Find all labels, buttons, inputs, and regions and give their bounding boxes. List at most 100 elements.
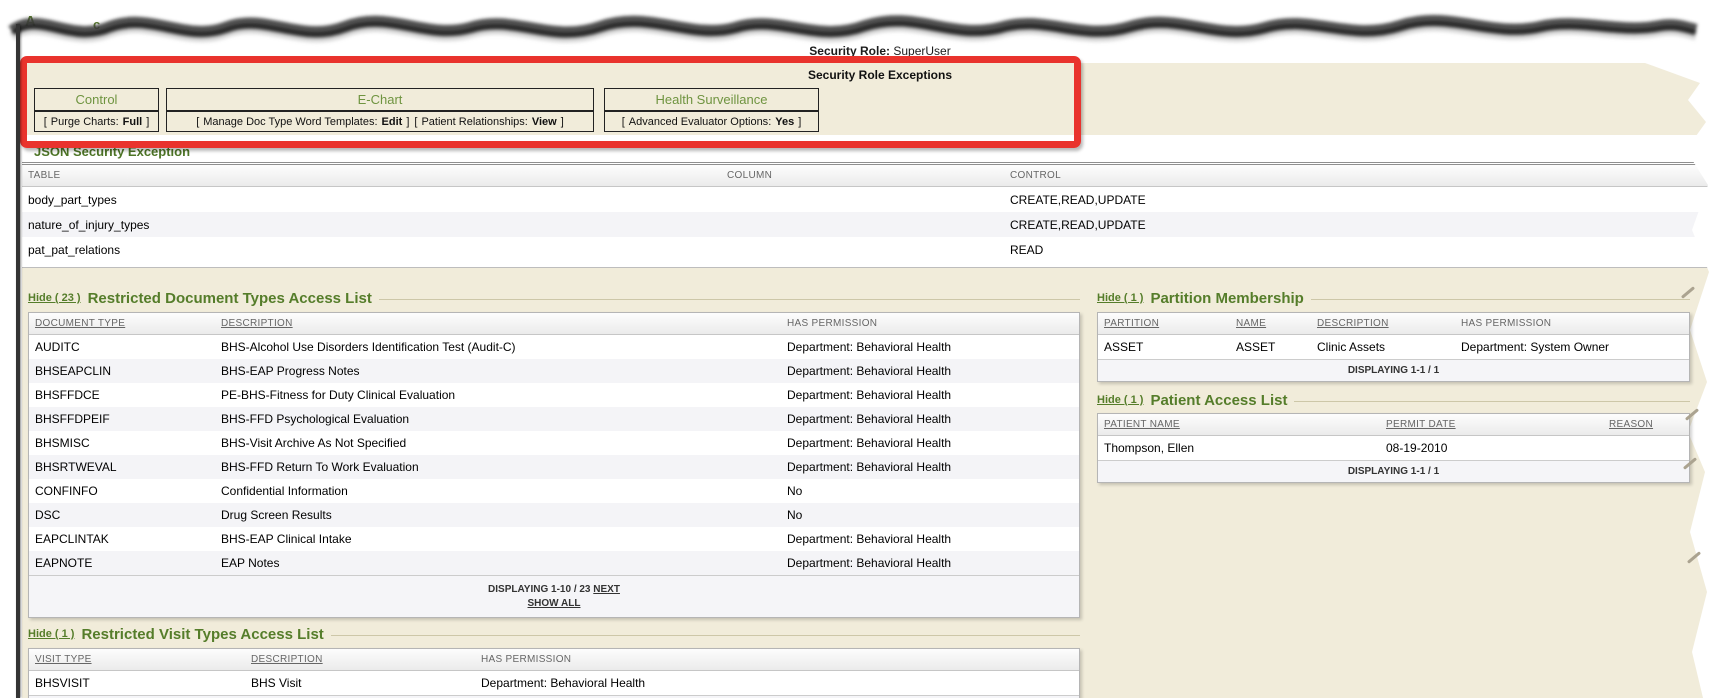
description-cell: BHS-FFD Return To Work Evaluation xyxy=(215,460,781,474)
hide-link[interactable]: Hide ( 1 ) xyxy=(1097,394,1143,406)
patient-access-rows: Thompson, Ellen 08-19-2010 xyxy=(1098,436,1689,460)
table-row: body_part_types CREATE,READ,UPDATE xyxy=(22,187,1709,212)
description-cell: BHS-EAP Clinical Intake xyxy=(215,532,781,546)
role-section-title: Health Surveillance xyxy=(604,88,819,111)
header-cell[interactable]: PERMIT DATE xyxy=(1380,419,1603,430)
permission-cell: Department: Behavioral Health xyxy=(781,436,1079,450)
table-footer: DISPLAYING 1-10 / 23 NEXT SHOW ALL xyxy=(29,575,1079,617)
header-cell: COLUMN xyxy=(721,170,1004,181)
header-cell: TABLE xyxy=(22,170,721,181)
partition-membership-rows: ASSET ASSET Clinic Assets Department: Sy… xyxy=(1098,335,1689,359)
patient-access-table: PATIENT NAMEPERMIT DATEREASON Thompson, … xyxy=(1097,413,1690,483)
description-cell: BHS-FFD Psychological Evaluation xyxy=(215,412,781,426)
displaying-text: DISPLAYING 1-10 / 23 xyxy=(488,584,590,595)
role-section-title: Control xyxy=(34,88,159,111)
header-cell[interactable]: REASON xyxy=(1603,419,1689,430)
option-item: [Purge Charts:Full] xyxy=(44,116,150,128)
document-type-cell: EAPNOTE xyxy=(29,556,215,570)
document-type-cell: BHSRTWEVAL xyxy=(29,460,215,474)
document-type-cell: AUDITC xyxy=(29,340,215,354)
table-row: BHSVISIT BHS Visit Department: Behaviora… xyxy=(29,671,1079,695)
close-bracket: ] xyxy=(406,116,409,128)
permission-cell: Department: System Owner xyxy=(1455,340,1689,354)
table-footer: DISPLAYING 1-1 / 1 xyxy=(1098,460,1689,482)
option-separator: : xyxy=(768,116,771,128)
permission-cell: No xyxy=(781,508,1079,522)
partial-heading-fragment: A xyxy=(25,13,36,30)
title-rule xyxy=(331,635,1080,636)
patient-name-cell: Thompson, Ellen xyxy=(1098,441,1380,455)
control-cell: CREATE,READ,UPDATE xyxy=(1004,218,1709,232)
option-separator: : xyxy=(116,116,119,128)
description-cell: BHS-Visit Archive As Not Specified xyxy=(215,436,781,450)
patient-access-section-title: Hide ( 1 ) Patient Access List xyxy=(1097,390,1690,410)
restricted-documents-rows: AUDITC BHS-Alcohol Use Disorders Identif… xyxy=(29,335,1079,575)
restricted-documents-table: DOCUMENT TYPEDESCRIPTIONHAS PERMISSION A… xyxy=(28,312,1080,618)
partition-cell: ASSET xyxy=(1098,340,1230,354)
permission-cell: Department: Behavioral Health xyxy=(475,676,1079,690)
header-cell[interactable]: DOCUMENT TYPE xyxy=(29,318,215,329)
hide-link[interactable]: Hide ( 23 ) xyxy=(28,292,81,304)
permission-cell: Department: Behavioral Health xyxy=(781,388,1079,402)
permission-cell: Department: Behavioral Health xyxy=(781,364,1079,378)
option-label: Purge Charts xyxy=(51,116,116,128)
option-value: Yes xyxy=(775,116,794,128)
description-cell: BHS-EAP Progress Notes xyxy=(215,364,781,378)
table-row: DSC Drug Screen Results No xyxy=(29,503,1079,527)
description-cell: Clinic Assets xyxy=(1311,340,1455,354)
name-cell: ASSET xyxy=(1230,340,1311,354)
section-title: Restricted Document Types Access List xyxy=(88,290,372,307)
permission-cell: Department: Behavioral Health xyxy=(781,556,1079,570)
partial-heading-fragment: c xyxy=(93,17,100,32)
table-footer: DISPLAYING 1-1 / 1 xyxy=(1098,359,1689,381)
permit-date-cell: 08-19-2010 xyxy=(1380,441,1603,455)
table-row: pat_pat_relations READ xyxy=(22,237,1709,262)
header-cell[interactable]: DESCRIPTION xyxy=(215,318,781,329)
table-name-cell: nature_of_injury_types xyxy=(22,218,721,232)
section-title: Restricted Visit Types Access List xyxy=(81,626,323,643)
title-rule xyxy=(1311,299,1690,300)
displaying-text: DISPLAYING 1-1 / 1 xyxy=(1348,365,1439,376)
table-name-cell: body_part_types xyxy=(22,193,721,207)
table-name-cell: pat_pat_relations xyxy=(22,243,721,257)
document-type-cell: BHSEAPCLIN xyxy=(29,364,215,378)
close-bracket: ] xyxy=(146,116,149,128)
hide-link[interactable]: Hide ( 1 ) xyxy=(1097,292,1143,304)
displaying-text: DISPLAYING 1-1 / 1 xyxy=(1348,466,1439,477)
header-cell[interactable]: NAME xyxy=(1230,318,1311,329)
permission-cell: Department: Behavioral Health xyxy=(781,412,1079,426)
permission-cell: Department: Behavioral Health xyxy=(781,460,1079,474)
header-cell[interactable]: DESCRIPTION xyxy=(245,654,475,665)
hide-link[interactable]: Hide ( 1 ) xyxy=(28,628,74,640)
security-role-label: Security Role: xyxy=(809,44,890,58)
header-cell[interactable]: DESCRIPTION xyxy=(1311,318,1455,329)
option-label: Advanced Evaluator Options xyxy=(629,116,768,128)
header-cell: CONTROL xyxy=(1004,170,1709,181)
role-section-title: E-Chart xyxy=(166,88,594,111)
show-all-link[interactable]: SHOW ALL xyxy=(528,598,581,609)
table-row: ASSET ASSET Clinic Assets Department: Sy… xyxy=(1098,335,1689,359)
json-security-rows: body_part_types CREATE,READ,UPDATE natur… xyxy=(22,187,1709,262)
next-link[interactable]: NEXT xyxy=(593,584,620,595)
role-section-options: [Purge Charts:Full] xyxy=(34,111,159,132)
description-cell: Drug Screen Results xyxy=(215,508,781,522)
document-type-cell: BHSFFDCE xyxy=(29,388,215,402)
json-security-title: JSON Security Exception xyxy=(34,144,190,159)
table-row: BHSMISC BHS-Visit Archive As Not Specifi… xyxy=(29,431,1079,455)
description-cell: PE-BHS-Fitness for Duty Clinical Evaluat… xyxy=(215,388,781,402)
table-row: AUDITC BHS-Alcohol Use Disorders Identif… xyxy=(29,335,1079,359)
header-cell[interactable]: VISIT TYPE xyxy=(29,654,245,665)
header-cell[interactable]: PARTITION xyxy=(1098,318,1230,329)
role-exceptions-group: Control [Purge Charts:Full] E-Chart [Man… xyxy=(0,88,1100,134)
option-item: [Advanced Evaluator Options:Yes] xyxy=(622,116,802,128)
header-cell[interactable]: PATIENT NAME xyxy=(1098,419,1380,430)
page-left-border xyxy=(16,24,20,698)
open-bracket: [ xyxy=(622,116,625,128)
table-row: EAPCLINTAK BHS-EAP Clinical Intake Depar… xyxy=(29,527,1079,551)
permission-cell: Department: Behavioral Health xyxy=(781,340,1079,354)
option-value: Edit xyxy=(382,116,403,128)
open-bracket: [ xyxy=(196,116,199,128)
document-type-cell: BHSMISC xyxy=(29,436,215,450)
option-separator: : xyxy=(525,116,528,128)
role-exception-section: Health Surveillance [ Advanced Evaluator … xyxy=(604,88,819,132)
